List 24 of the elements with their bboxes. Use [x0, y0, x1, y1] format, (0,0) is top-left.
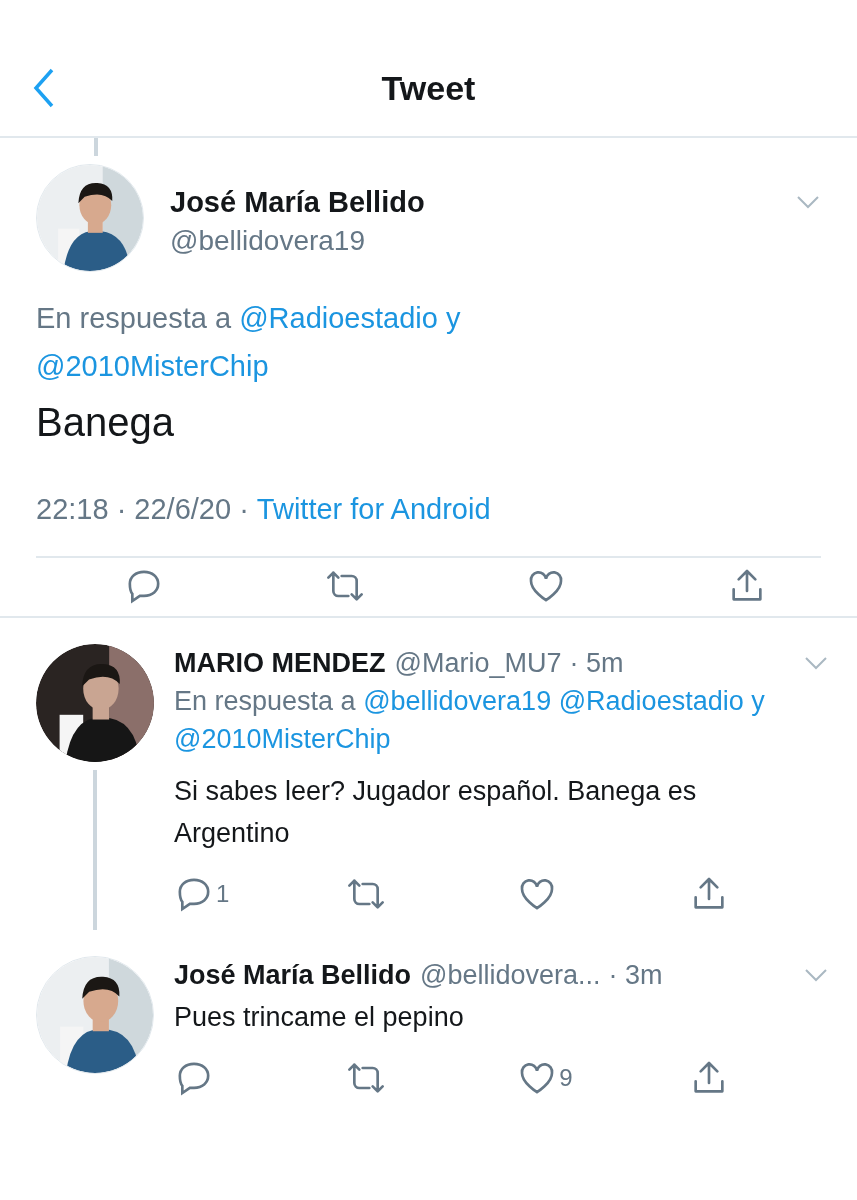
author-name[interactable]: José María Bellido — [174, 956, 412, 994]
author-name[interactable]: José María Bellido — [170, 186, 769, 219]
reply-context: En respuesta a @Radioestadio y @2010MisterChip — [36, 302, 461, 382]
tweet-age: · 3m — [608, 959, 664, 992]
author-name[interactable]: MARIO MENDEZ — [174, 644, 386, 682]
screen-title: Tweet — [381, 68, 476, 108]
source-link[interactable]: Twitter for Android — [256, 493, 491, 526]
tweet-text: Si sabes leer? Jugador español. Banega es Argentino — [174, 775, 698, 850]
reply-context: En respuesta a @bellidovera19 @Radioestadio y @2010MisterChip — [174, 686, 765, 754]
like-count: 9 — [559, 1063, 573, 1093]
back-icon[interactable] — [32, 68, 56, 108]
tweet-timestamp: 22:18 · 22/6/20 · — [36, 493, 249, 526]
author-handle[interactable]: @bellidovera19 — [170, 225, 769, 257]
mention-link[interactable]: @Radioestadio y — [558, 686, 765, 716]
tweet-text: Pues trincame el pepino — [174, 1001, 465, 1034]
author-handle[interactable]: @Mario_MU7 — [394, 644, 562, 682]
mention-link[interactable]: @2010MisterChip — [36, 350, 269, 382]
tweet-age: · 5m — [569, 647, 625, 680]
author-handle[interactable]: @bellidovera... — [420, 956, 601, 994]
mention-link[interactable]: @2010MisterChip — [174, 724, 391, 754]
mention-link[interactable]: @bellidovera19 — [363, 686, 552, 716]
tweet-text: Banega — [36, 400, 175, 445]
mention-link[interactable]: @Radioestadio y — [239, 302, 461, 334]
reply-count: 1 — [216, 879, 230, 909]
